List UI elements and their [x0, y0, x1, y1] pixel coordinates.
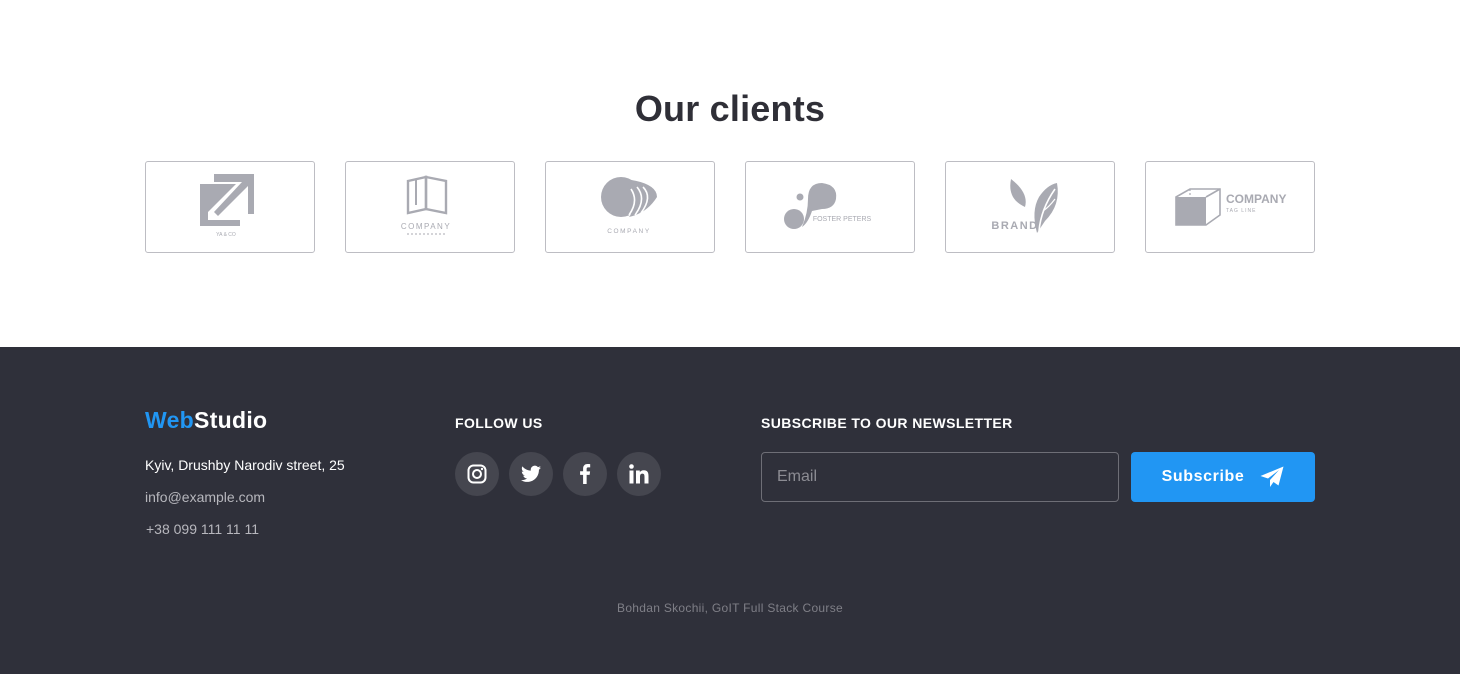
- client-caption: YA & CO: [216, 232, 236, 238]
- footer-phone-link[interactable]: +38 099 111 11 11: [146, 521, 259, 537]
- client-caption: BRAND: [991, 220, 1038, 232]
- footer-email-link[interactable]: info@example.com: [145, 489, 265, 505]
- foster-peters-logo-icon: FOSTER PETERS: [784, 183, 872, 229]
- twitter-link[interactable]: [509, 452, 553, 496]
- client-logo-ya-co[interactable]: YA & CO: [145, 161, 315, 253]
- client-logo-brand-leaf[interactable]: BRAND: [945, 161, 1115, 253]
- shell-logo-icon: COMPANY: [601, 177, 657, 235]
- client-logo-company-book[interactable]: COMPANY: [345, 161, 515, 253]
- send-icon: [1260, 466, 1284, 487]
- social-links: [455, 452, 661, 496]
- client-logo-company-box[interactable]: COMPANY TAG LINE: [1145, 161, 1315, 253]
- client-logo-foster-peters[interactable]: FOSTER PETERS: [745, 161, 915, 253]
- facebook-icon: [580, 464, 591, 484]
- brand-leaf-logo-icon: BRAND: [991, 179, 1058, 233]
- instagram-link[interactable]: [455, 452, 499, 496]
- site-footer: WebStudio Kyiv, Drushby Narodiv street, …: [0, 347, 1460, 674]
- client-caption: COMPANY: [607, 228, 651, 235]
- client-caption: FOSTER PETERS: [813, 216, 872, 223]
- client-tagline: TAG LINE: [1226, 208, 1256, 214]
- client-caption: COMPANY: [1226, 192, 1286, 206]
- client-logo-company-shell[interactable]: COMPANY: [545, 161, 715, 253]
- linkedin-icon: [629, 464, 649, 484]
- newsletter-email-input[interactable]: [761, 452, 1119, 502]
- twitter-icon: [521, 465, 541, 482]
- client-caption: COMPANY: [401, 222, 451, 231]
- newsletter-title: SUBSCRIBE TO OUR NEWSLETTER: [761, 415, 1013, 431]
- subscribe-button[interactable]: Subscribe: [1131, 452, 1315, 502]
- facebook-link[interactable]: [563, 452, 607, 496]
- footer-copyright: Bohdan Skochii, GoIT Full Stack Course: [617, 601, 843, 615]
- instagram-icon: [467, 464, 487, 484]
- follow-us-title: FOLLOW US: [455, 415, 543, 431]
- brand-part-studio: Studio: [194, 407, 268, 433]
- clients-title: Our clients: [634, 88, 826, 129]
- brand-part-web: Web: [145, 407, 195, 433]
- box-logo-icon: COMPANY TAG LINE: [1175, 188, 1286, 226]
- linkedin-link[interactable]: [617, 452, 661, 496]
- ya-co-logo-icon: YA & CO: [200, 174, 254, 238]
- subscribe-label: Subscribe: [1161, 468, 1245, 485]
- footer-brand-logo[interactable]: WebStudio: [145, 407, 267, 434]
- footer-address[interactable]: Kyiv, Drushby Narodiv street, 25: [145, 457, 345, 473]
- book-logo-icon: COMPANY: [401, 175, 451, 235]
- clients-section: Our clients YA & CO COMPANY COMPANY FOST…: [0, 0, 1460, 347]
